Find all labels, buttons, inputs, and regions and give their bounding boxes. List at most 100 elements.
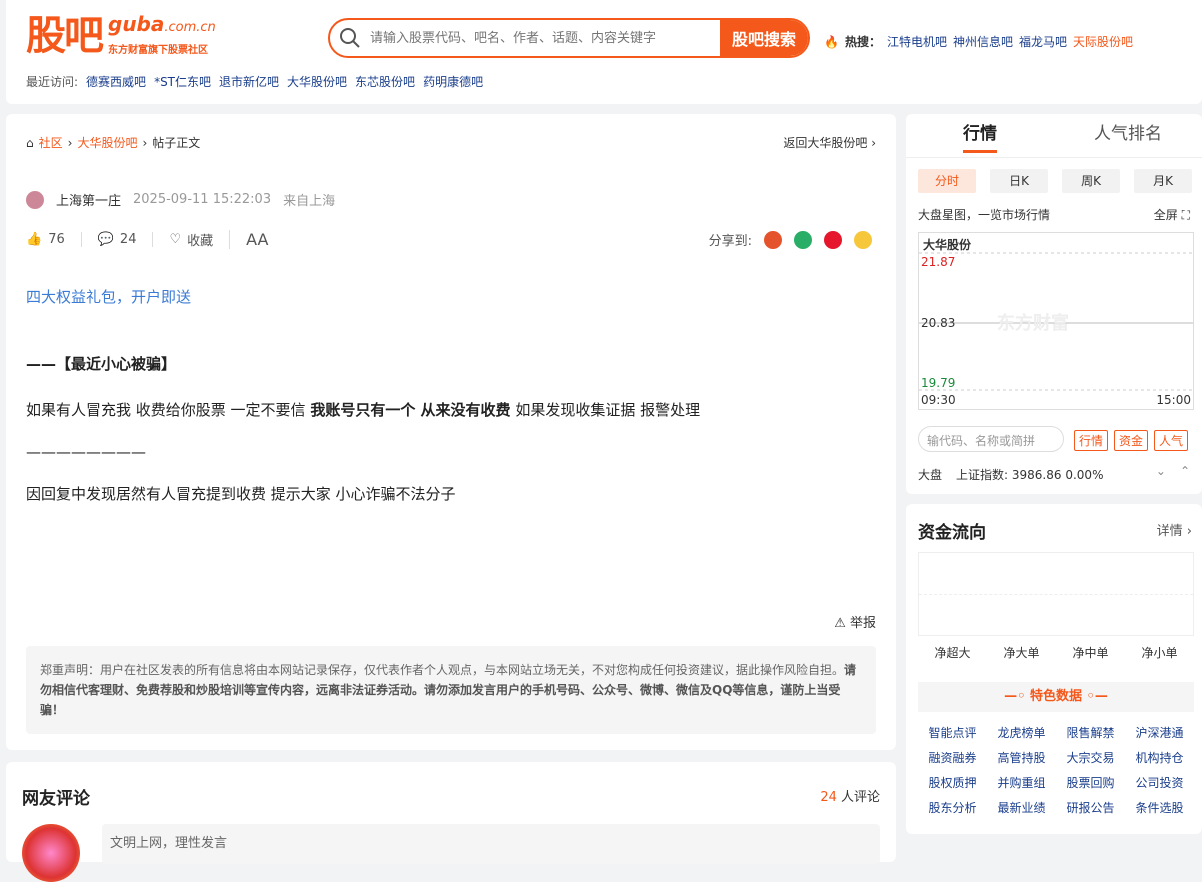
data-link[interactable]: 高管持股 — [987, 749, 1056, 766]
report-button[interactable]: ⚠ 举报 — [834, 612, 876, 631]
back-link[interactable]: 返回大华股份吧 › — [783, 134, 876, 151]
data-link[interactable]: 沪深港通 — [1125, 724, 1194, 741]
flow-label: 净小单 — [1141, 646, 1178, 660]
author-name[interactable]: 上海第一庄 — [56, 190, 121, 209]
tab-weekly[interactable]: 周K — [1062, 169, 1120, 193]
search-button[interactable]: 股吧搜索 — [720, 20, 808, 56]
hot-item[interactable]: 神州信息吧 — [953, 33, 1013, 50]
data-link[interactable]: 股权质押 — [918, 774, 987, 791]
fund-flow-chart — [918, 552, 1194, 636]
hot-item[interactable]: 江特电机吧 — [887, 33, 947, 50]
chart-stock-name: 大华股份 — [923, 238, 972, 252]
data-link[interactable]: 机构持仓 — [1125, 749, 1194, 766]
tab-quote[interactable]: 行情 — [906, 114, 1054, 157]
share-wechat-icon[interactable] — [794, 230, 812, 249]
chart-low: 19.79 — [921, 376, 956, 390]
data-link[interactable]: 智能点评 — [918, 724, 987, 741]
logo-sub: 东方财富旗下股票社区 — [108, 45, 208, 56]
like-button[interactable]: 👍 76 — [26, 232, 82, 247]
post-body: ——【最近小心被骗】 如果有人冒充我 收费给你股票 一定不要信 我账号只有一个 … — [26, 354, 876, 526]
promo-link[interactable]: 四大权益礼包，开户即送 — [26, 286, 191, 307]
fund-flow-detail-link[interactable]: 详情 › — [1157, 520, 1192, 539]
recent-item[interactable]: 大华股份吧 — [287, 73, 347, 90]
data-link[interactable]: 股东分析 — [918, 799, 987, 816]
data-link[interactable]: 大宗交易 — [1056, 749, 1125, 766]
chevron-right-icon: › — [142, 135, 148, 150]
tab-intraday[interactable]: 分时 — [918, 169, 976, 193]
stock-search-input[interactable]: 输代码、名称或简拼 — [918, 426, 1064, 452]
avatar — [22, 824, 80, 882]
quote-button[interactable]: 行情 — [1074, 430, 1109, 451]
recent-item[interactable]: 东芯股份吧 — [355, 73, 415, 90]
recent-item[interactable]: *ST仁东吧 — [154, 73, 211, 90]
fullscreen-button[interactable]: 全屏 ⛶ — [1154, 206, 1190, 223]
recent-item[interactable]: 药明康德吧 — [423, 73, 483, 90]
fund-flow-labels: 净超大 净大单 净中单 净小单 — [918, 644, 1194, 661]
crumb-home[interactable]: 社区 — [39, 134, 63, 151]
post-title: ——【最近小心被骗】 — [26, 355, 177, 373]
guba-logo[interactable]: 股吧 guba.com.cn 东方财富旗下股票社区 — [26, 14, 216, 58]
chart-end-time: 15:00 — [1156, 393, 1191, 407]
index-ticker: 大盘 上证指数: 3986.86 0.00% — [918, 466, 1103, 483]
data-link[interactable]: 最新业绩 — [987, 799, 1056, 816]
popularity-button[interactable]: 人气 — [1154, 430, 1189, 451]
hot-search: 🔥 热搜： 江特电机吧 神州信息吧 福龙马吧 天际股份吧 — [824, 33, 1133, 50]
post-panel: ⌂ 社区 › 大华股份吧 › 帖子正文 返回大华股份吧 › 上海第一庄 2025… — [6, 114, 896, 750]
data-link[interactable]: 公司投资 — [1125, 774, 1194, 791]
post-paragraph: 因回复中发现居然有人冒充提到收费 提示大家 小心诈骗不法分子 — [26, 485, 456, 503]
tab-popularity[interactable]: 人气排名 — [1054, 114, 1202, 157]
share-qzone-icon[interactable] — [854, 230, 872, 249]
post-paragraph: 如果有人冒充我 收费给你股票 一定不要信 我账号只有一个 从来没有收费 如果发现… — [26, 401, 701, 419]
recent-label: 最近访问: — [26, 75, 79, 89]
comment-icon: 💬 — [97, 232, 114, 247]
thumbs-up-icon: 👍 — [26, 232, 43, 247]
author-line: 上海第一庄 2025-09-11 15:22:03 来自上海 — [26, 190, 335, 209]
font-size-button[interactable]: AA — [230, 230, 284, 249]
tab-monthly[interactable]: 月K — [1134, 169, 1192, 193]
fund-button[interactable]: 资金 — [1114, 430, 1149, 451]
collect-button[interactable]: ♡ 收藏 — [153, 230, 231, 249]
kline-tabs: 分时 日K 周K 月K — [918, 169, 1192, 193]
search-input[interactable] — [370, 20, 720, 56]
header: 股吧 guba.com.cn 东方财富旗下股票社区 股吧搜索 🔥 热搜： 江特电… — [6, 0, 1202, 104]
hot-item[interactable]: 天际股份吧 — [1073, 33, 1133, 50]
hot-item[interactable]: 福龙马吧 — [1019, 33, 1067, 50]
tab-daily[interactable]: 日K — [990, 169, 1048, 193]
report-icon: ⚠ — [834, 616, 846, 631]
market-map-label[interactable]: 大盘星图，一览市场行情 — [918, 206, 1050, 223]
flow-label: 净大单 — [1003, 646, 1040, 660]
comment-input[interactable]: 文明上网，理性发言 — [102, 824, 880, 864]
data-link[interactable]: 股票回购 — [1056, 774, 1125, 791]
chevron-up-icon[interactable]: ⌃ — [1180, 464, 1190, 478]
fire-icon: 🔥 — [824, 34, 839, 49]
share-bar: 分享到: — [709, 230, 872, 249]
chart-watermark: 东方财富 — [997, 313, 1069, 334]
share-eastmoney-icon[interactable] — [764, 230, 782, 249]
index-value: 上证指数: 3986.86 0.00% — [956, 468, 1104, 482]
chart-mid: 20.83 — [921, 316, 956, 330]
share-weibo-icon[interactable] — [824, 230, 842, 249]
flow-label: 净中单 — [1072, 646, 1109, 660]
data-link[interactable]: 融资融券 — [918, 749, 987, 766]
data-link[interactable]: 并购重组 — [987, 774, 1056, 791]
home-icon: ⌂ — [26, 135, 34, 150]
data-link[interactable]: 限售解禁 — [1056, 724, 1125, 741]
crumb-bar[interactable]: 大华股份吧 — [77, 134, 137, 151]
intraday-chart[interactable]: 大华股份 21.87 20.83 19.79 09:30 15:00 东方财富 — [918, 232, 1194, 410]
avatar[interactable] — [26, 190, 44, 209]
quick-buttons: 行情 资金 人气 — [1074, 430, 1189, 451]
special-data-links: 智能点评 龙虎榜单 限售解禁 沪深港通 融资融券 高管持股 大宗交易 机构持仓 … — [918, 724, 1194, 816]
logo-cn: 股吧 — [26, 12, 104, 59]
crumb-current: 帖子正文 — [152, 136, 201, 150]
fund-flow-panel: 资金流向 详情 › 净超大 净大单 净中单 净小单 —◦ 特色数据 ◦— 智能点… — [906, 504, 1202, 834]
comments-panel: 网友评论 24 人评论 文明上网，理性发言 — [6, 762, 896, 882]
data-link[interactable]: 条件选股 — [1125, 799, 1194, 816]
recent-item[interactable]: 德赛西威吧 — [86, 73, 146, 90]
comments-title: 网友评论 — [22, 789, 90, 809]
recent-item[interactable]: 退市新亿吧 — [219, 73, 279, 90]
chart-high: 21.87 — [921, 255, 956, 269]
comment-button[interactable]: 💬 24 — [82, 232, 154, 247]
data-link[interactable]: 研报公告 — [1056, 799, 1125, 816]
chevron-down-icon[interactable]: ⌄ — [1156, 464, 1166, 478]
data-link[interactable]: 龙虎榜单 — [987, 724, 1056, 741]
